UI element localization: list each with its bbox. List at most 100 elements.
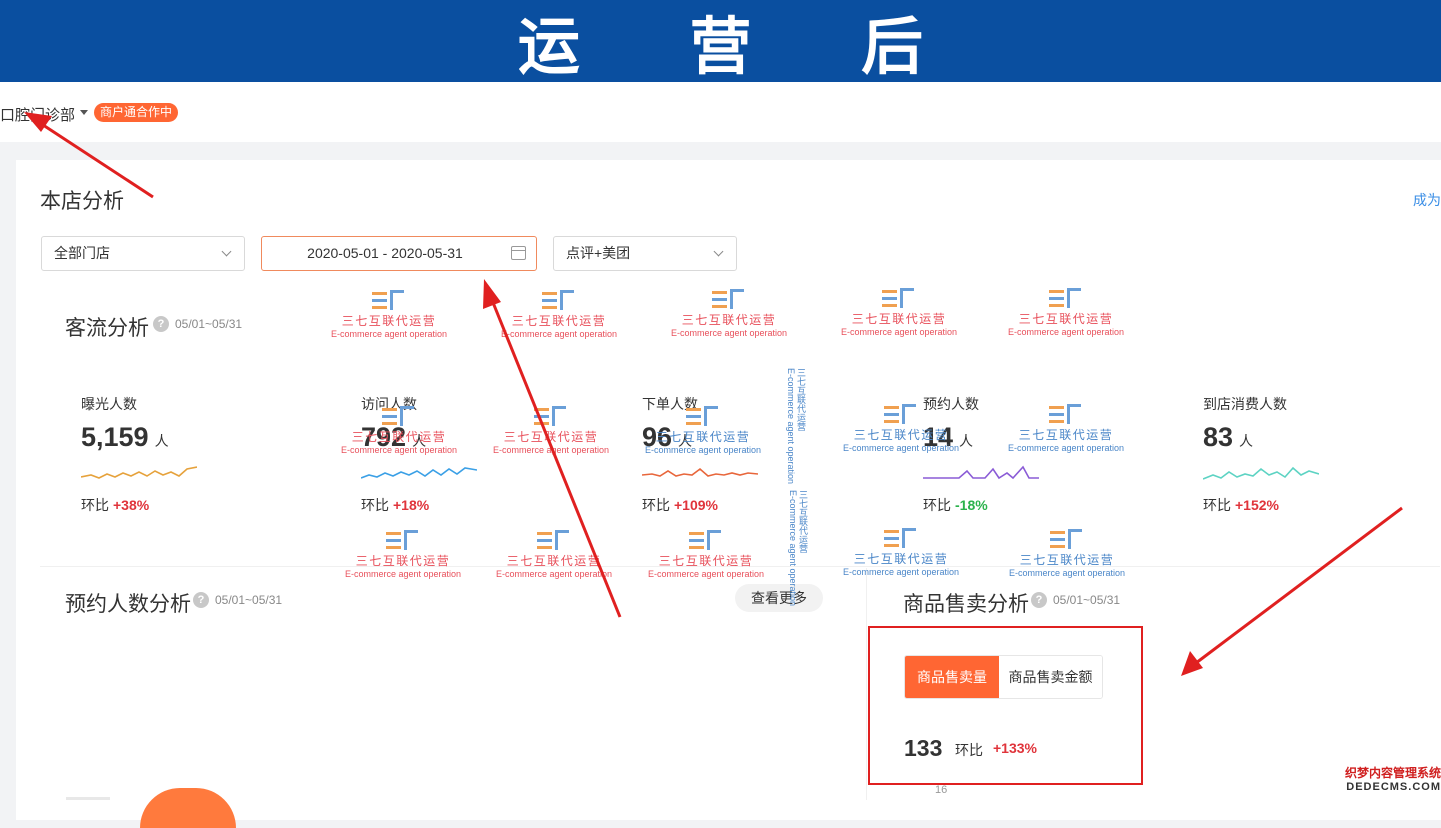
watermark: 三七互联代运营 E-commerce agent operation bbox=[826, 528, 976, 577]
watermark-subtext: E-commerce agent operation bbox=[344, 569, 462, 579]
sparkline bbox=[81, 466, 197, 479]
corner-watermark: 织梦内容管理系统 DEDECMS.COM bbox=[1330, 764, 1441, 800]
watermark-text: 三七互联代运营 bbox=[341, 314, 437, 328]
metric-number: 5,159 bbox=[81, 422, 149, 452]
watermark-text: 三七互联代运营 bbox=[511, 314, 607, 328]
watermark-logo-icon bbox=[382, 406, 416, 426]
sparkline bbox=[361, 467, 477, 479]
chevron-down-icon bbox=[713, 246, 724, 257]
watermark-logo-icon bbox=[386, 530, 420, 550]
date-range-picker[interactable]: 2020-05-01 - 2020-05-31 bbox=[261, 236, 537, 271]
help-icon[interactable]: ? bbox=[153, 316, 169, 332]
metric-change-label: 环比 bbox=[923, 497, 951, 513]
watermark-subtext: E-commerce agent operation bbox=[330, 329, 448, 339]
watermark-text: 三七互联代运营 bbox=[796, 368, 806, 431]
metric-change-value: -18% bbox=[955, 497, 988, 513]
watermark: 三七互联代运营 E-commerce agent operation bbox=[991, 404, 1141, 453]
become-link[interactable]: 成为 bbox=[1413, 190, 1441, 210]
metric-change: 环比 +18% bbox=[361, 495, 429, 515]
watermark-text: 三七互联代运营 bbox=[1018, 312, 1114, 326]
watermark-subtext: E-commerce agent operation bbox=[842, 443, 960, 453]
metric-label: 到店消费人数 bbox=[1203, 396, 1287, 412]
watermark: 三七互联代运营 E-commerce agent operation bbox=[992, 529, 1142, 578]
watermark: 三七互联代运营 E-commerce agent operation bbox=[314, 290, 464, 339]
page-title: 本店分析 bbox=[40, 190, 124, 213]
watermark: 三七互联代运营 E-commerce agent operation bbox=[476, 406, 626, 455]
watermark-text: 三七互联代运营 bbox=[853, 552, 949, 566]
metric-change-value: +152% bbox=[1235, 497, 1279, 513]
store-select[interactable]: 全部门店 bbox=[41, 236, 245, 271]
sparkline-path bbox=[81, 466, 197, 479]
metric-unit: 人 bbox=[154, 433, 169, 449]
watermark-logo-icon bbox=[1050, 529, 1084, 549]
metric-change-value: +38% bbox=[113, 497, 150, 513]
watermark-subtext: E-commerce agent operation bbox=[644, 445, 762, 455]
column-divider bbox=[866, 568, 867, 800]
corner-watermark-line2: DEDECMS.COM bbox=[1346, 781, 1441, 793]
watermark-logo-icon bbox=[534, 406, 568, 426]
traffic-range: 05/01~05/31 bbox=[175, 317, 243, 331]
banner: 运 营 后 bbox=[0, 0, 1441, 83]
watermark-logo-icon bbox=[1049, 288, 1083, 308]
sparkline-path bbox=[642, 467, 758, 477]
watermark-subtext: E-commerce agent operation bbox=[670, 328, 788, 338]
metric-change-label: 环比 bbox=[361, 497, 389, 513]
tab-sales-amount[interactable]: 商品售卖金额 bbox=[999, 656, 1102, 698]
watermark-logo-icon bbox=[537, 530, 571, 550]
watermark-logo-icon bbox=[884, 528, 918, 548]
watermark: 三七互联代运营 E-commerce agent operation bbox=[991, 288, 1141, 337]
watermark-subtext: E-commerce agent operation bbox=[842, 567, 960, 577]
sales-change: +133% bbox=[993, 740, 1037, 756]
metric-change-label: 环比 bbox=[81, 497, 109, 513]
watermark: 三七互联代运营 E-commerce agent operation bbox=[824, 288, 974, 337]
platform-select[interactable]: 点评+美团 bbox=[553, 236, 737, 271]
watermark: 三七互联代运营 E-commerce agent operation bbox=[324, 406, 474, 455]
watermark-subtext: E-commerce agent operation bbox=[647, 569, 765, 579]
sales-change-label: 环比 bbox=[955, 742, 983, 758]
calendar-icon bbox=[511, 246, 526, 260]
watermark-subtext: E-commerce agent operation bbox=[788, 490, 798, 607]
tab-sales-quantity[interactable]: 商品售卖量 bbox=[905, 656, 999, 698]
help-icon[interactable]: ? bbox=[1031, 592, 1047, 608]
watermark-text: 三七互联代运营 bbox=[355, 554, 451, 568]
watermark-text: 三七互联代运营 bbox=[506, 554, 602, 568]
watermark-text: 三七互联代运营 bbox=[681, 313, 777, 327]
platform-select-value: 点评+美团 bbox=[566, 245, 631, 261]
sales-range: 05/01~05/31 bbox=[1053, 593, 1121, 607]
appointments-title: 预约人数分析 bbox=[65, 593, 191, 616]
help-icon[interactable]: ? bbox=[193, 592, 209, 608]
metric-change: 环比 -18% bbox=[923, 495, 988, 515]
view-more-button[interactable]: 查看更多 bbox=[735, 584, 823, 612]
watermark-logo-icon bbox=[1049, 404, 1083, 424]
watermark-text: 三七互联代运营 bbox=[655, 430, 751, 444]
watermark-subtext: E-commerce agent operation bbox=[1008, 568, 1126, 578]
watermark-logo-icon bbox=[689, 530, 723, 550]
watermark-logo-icon bbox=[372, 290, 406, 310]
watermark-logo-icon bbox=[712, 289, 746, 309]
metric-change: 环比 +109% bbox=[642, 495, 718, 515]
status-badge: 商户通合作中 bbox=[94, 103, 179, 122]
metric-change-label: 环比 bbox=[642, 497, 670, 513]
watermark-text: 三七互联代运营 bbox=[853, 428, 949, 442]
metric-change: 环比 +152% bbox=[1203, 495, 1279, 515]
watermark-logo-icon bbox=[686, 406, 720, 426]
chevron-down-icon bbox=[221, 246, 232, 257]
watermark-logo-icon bbox=[882, 288, 916, 308]
sparkline-path bbox=[1203, 466, 1319, 480]
appointments-range: 05/01~05/31 bbox=[215, 593, 283, 607]
watermark: 三七互联代运营 E-commerce agent operation bbox=[328, 530, 478, 579]
watermark-subtext: E-commerce agent operation bbox=[1007, 327, 1125, 337]
chevron-down-icon[interactable] bbox=[80, 110, 88, 115]
watermark-vertical: 三七互联代运营 E-commerce agent operation bbox=[788, 490, 808, 606]
watermark: 三七互联代运营 E-commerce agent operation bbox=[631, 530, 781, 579]
watermark-text: 三七互联代运营 bbox=[503, 430, 599, 444]
metric-change-value: +18% bbox=[393, 497, 430, 513]
date-range-value: 2020-05-01 - 2020-05-31 bbox=[307, 245, 463, 261]
watermark-subtext: E-commerce agent operation bbox=[492, 445, 610, 455]
sparkline-path bbox=[361, 467, 477, 479]
shop-name-dropdown[interactable]: 口腔门诊部 bbox=[0, 104, 75, 125]
sparkline-path bbox=[923, 465, 1039, 480]
watermark-text: 三七互联代运营 bbox=[851, 312, 947, 326]
metric-label: 曝光人数 bbox=[81, 396, 137, 412]
metric-value: 83 人 bbox=[1203, 422, 1253, 453]
